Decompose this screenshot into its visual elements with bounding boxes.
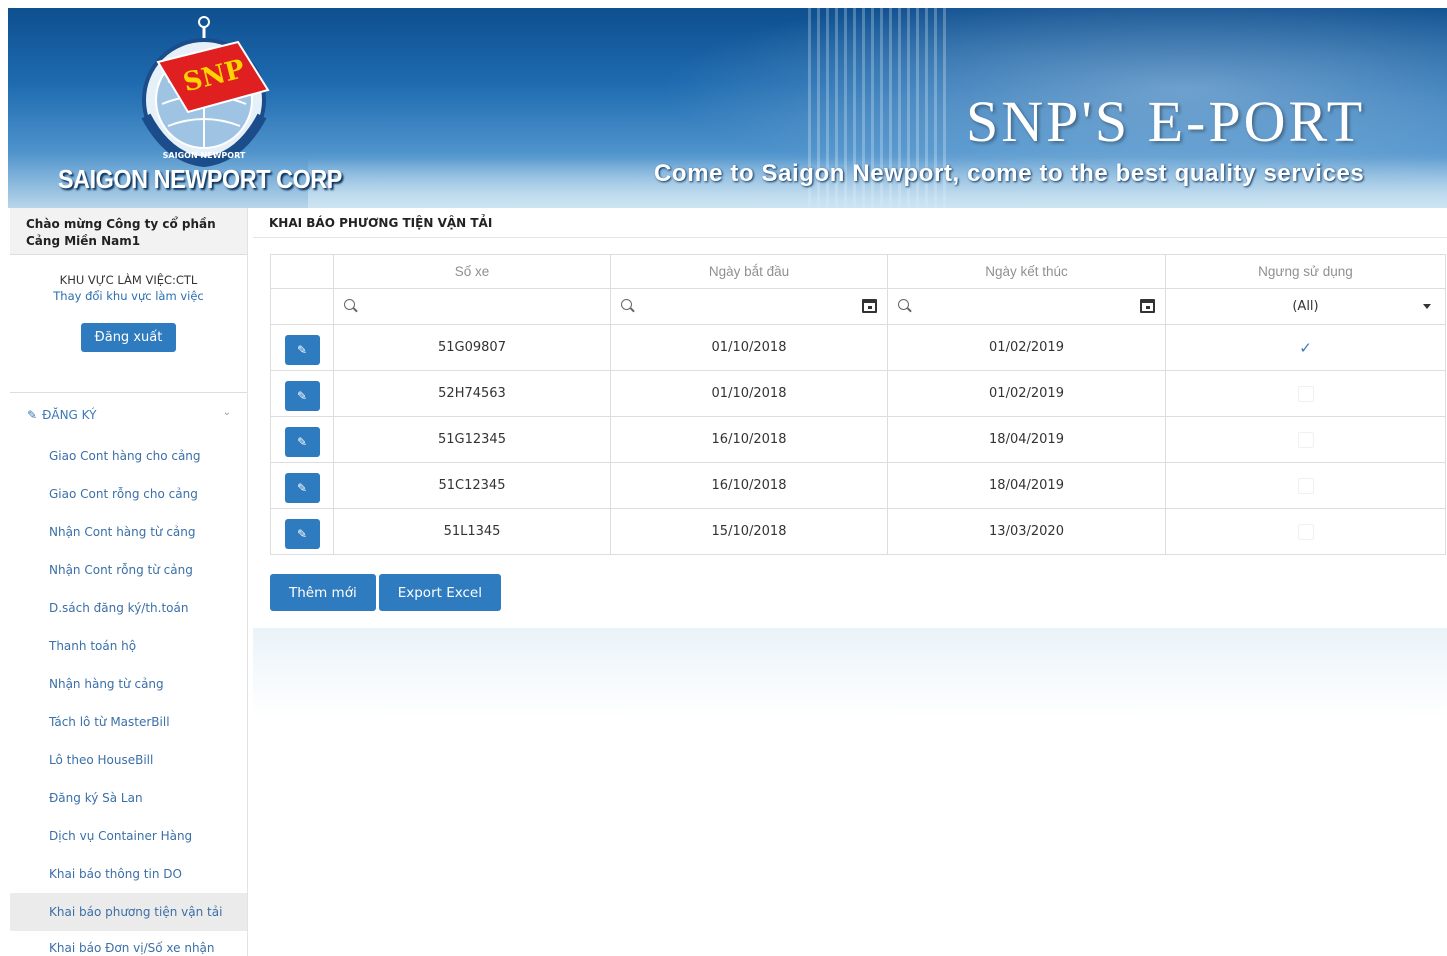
sidebar-item-tach-lo[interactable]: Tách lô từ MasterBill	[10, 703, 247, 741]
table-row: ✎ 51L1345 15/10/2018 13/03/2020	[270, 508, 1446, 555]
snp-logo: SAIGON NEWPORT SNP	[141, 16, 270, 168]
inactive-filter-select[interactable]: (All)	[1165, 288, 1446, 325]
table-row: ✎ 51G12345 16/10/2018 18/04/2019	[270, 416, 1446, 463]
cell-start-date: 01/10/2018	[610, 370, 888, 417]
plate-filter[interactable]	[333, 288, 611, 325]
sidebar-item-nhan-cont-rong[interactable]: Nhận Cont rỗng từ cảng	[10, 551, 247, 589]
sidebar-item-lo-housebill[interactable]: Lô theo HouseBill	[10, 741, 247, 779]
chevron-down-icon: ⌄	[222, 407, 231, 418]
cell-plate: 51G09807	[333, 324, 611, 371]
search-icon	[621, 299, 632, 310]
table-row: ✎ 51G09807 01/10/2018 01/02/2019 ✓	[270, 324, 1446, 371]
cell-end-date: 13/03/2020	[887, 508, 1166, 555]
sidebar-item-dsach-dang-ky[interactable]: D.sách đăng ký/th.toán	[10, 589, 247, 627]
inactive-checkbox	[1297, 523, 1314, 540]
row-action-cell: ✎	[270, 462, 334, 509]
sidebar-item-khai-bao-do[interactable]: Khai báo thông tin DO	[10, 855, 247, 893]
start-date-filter[interactable]	[610, 288, 888, 325]
row-action-cell: ✎	[270, 370, 334, 417]
sidebar-item-nhan-hang[interactable]: Nhận hàng từ cảng	[10, 665, 247, 703]
sidebar-item-sa-lan[interactable]: Đăng ký Sà Lan	[10, 779, 247, 817]
cell-inactive	[1165, 370, 1446, 417]
calendar-icon[interactable]	[1140, 299, 1155, 313]
sidebar-item-phuong-tien[interactable]: Khai báo phương tiện vận tải	[10, 893, 247, 931]
sidebar-item-dich-vu-container[interactable]: Dịch vụ Container Hàng	[10, 817, 247, 855]
sidebar: Chào mừng Công ty cổ phần Cảng Miền Nam1…	[10, 208, 248, 956]
logout-button[interactable]: Đăng xuất	[80, 323, 177, 352]
cell-inactive	[1165, 462, 1446, 509]
column-header-plate[interactable]: Số xe	[333, 254, 611, 289]
work-area-label: KHU VỰC LÀM VIỆC:CTL	[59, 273, 198, 287]
cell-start-date: 01/10/2018	[610, 324, 888, 371]
cell-plate: 51G12345	[333, 416, 611, 463]
search-icon	[898, 299, 909, 310]
row-edit-button[interactable]: ✎	[284, 426, 320, 457]
cell-end-date: 01/02/2019	[887, 370, 1166, 417]
end-date-filter[interactable]	[887, 288, 1166, 325]
inactive-checkbox	[1297, 431, 1314, 448]
register-menu: Giao Cont hàng cho cảng Giao Cont rỗng c…	[10, 437, 247, 956]
export-excel-button[interactable]: Export Excel	[378, 574, 501, 611]
column-header-actions	[270, 254, 334, 289]
page-title: KHAI BÁO PHƯƠNG TIỆN VẬN TẢI	[253, 208, 1447, 238]
add-new-button[interactable]: Thêm mới	[270, 574, 376, 611]
cell-plate: 52H74563	[333, 370, 611, 417]
sidebar-item-thanh-toan-ho[interactable]: Thanh toán hộ	[10, 627, 247, 665]
cell-end-date: 18/04/2019	[887, 462, 1166, 509]
row-edit-button[interactable]: ✎	[284, 472, 320, 503]
filter-row: (All)	[270, 288, 1446, 325]
column-header-inactive[interactable]: Ngưng sử dụng	[1165, 254, 1446, 289]
row-action-cell: ✎	[270, 416, 334, 463]
table-row: ✎ 52H74563 01/10/2018 01/02/2019	[270, 370, 1446, 417]
column-header-start-date[interactable]: Ngày bắt đầu	[610, 254, 888, 289]
content-fade	[253, 628, 1447, 718]
caret-down-icon	[1423, 304, 1431, 309]
header-banner: SAIGON NEWPORT SNP SAIGON NEWPORT CORP S…	[8, 8, 1447, 208]
work-area-panel: KHU VỰC LÀM VIỆC:CTL Thay đổi khu vực là…	[10, 255, 247, 393]
cell-start-date: 16/10/2018	[610, 416, 888, 463]
logo-ring-text: SAIGON NEWPORT	[163, 151, 246, 160]
welcome-text: Chào mừng Công ty cổ phần Cảng Miền Nam1	[10, 208, 247, 255]
table-header-row: Số xe Ngày bắt đầu Ngày kết thúc Ngưng s…	[270, 254, 1446, 289]
inactive-checkbox	[1297, 477, 1314, 494]
calendar-icon[interactable]	[862, 299, 877, 313]
inactive-checkbox	[1297, 385, 1314, 402]
row-edit-button[interactable]: ✎	[284, 334, 320, 365]
cell-start-date: 15/10/2018	[610, 508, 888, 555]
filter-all-value: (All)	[1292, 299, 1319, 314]
sidebar-item-don-vi-so-xe[interactable]: Khai báo Đơn vị/Số xe nhận container	[10, 931, 247, 956]
cell-plate: 51L1345	[333, 508, 611, 555]
cell-end-date: 18/04/2019	[887, 416, 1166, 463]
change-work-area-link[interactable]: Thay đổi khu vực làm việc	[10, 289, 247, 303]
cell-start-date: 16/10/2018	[610, 462, 888, 509]
register-header-label: ĐĂNG KÝ	[42, 408, 97, 422]
vehicle-table: Số xe Ngày bắt đầu Ngày kết thúc Ngưng s…	[270, 254, 1446, 555]
table-row: ✎ 51C12345 16/10/2018 18/04/2019	[270, 462, 1446, 509]
row-action-cell: ✎	[270, 508, 334, 555]
cell-end-date: 01/02/2019	[887, 324, 1166, 371]
cell-inactive	[1165, 416, 1446, 463]
corp-name: SAIGON NEWPORT CORP	[58, 164, 342, 194]
sidebar-item-giao-cont-rong[interactable]: Giao Cont rỗng cho cảng	[10, 475, 247, 513]
row-edit-button[interactable]: ✎	[284, 518, 320, 549]
cell-inactive: ✓	[1165, 324, 1446, 371]
cell-plate: 51C12345	[333, 462, 611, 509]
sidebar-item-nhan-cont-hang[interactable]: Nhận Cont hàng từ cảng	[10, 513, 247, 551]
sidebar-item-giao-cont-hang[interactable]: Giao Cont hàng cho cảng	[10, 437, 247, 475]
eport-title: SNP'S E-PORT	[966, 89, 1366, 154]
search-icon	[344, 299, 355, 310]
row-action-cell: ✎	[270, 324, 334, 371]
cell-inactive	[1165, 508, 1446, 555]
filter-cell-actions	[270, 288, 334, 325]
check-icon: ✓	[1299, 338, 1312, 357]
column-header-end-date[interactable]: Ngày kết thúc	[887, 254, 1166, 289]
register-menu-header[interactable]: ✎ ĐĂNG KÝ ⌄	[10, 393, 247, 437]
row-edit-button[interactable]: ✎	[284, 380, 320, 411]
edit-icon: ✎	[27, 408, 38, 422]
tagline: Come to Saigon Newport, come to the best…	[654, 160, 1365, 187]
action-bar: Thêm mới Export Excel	[270, 574, 501, 611]
